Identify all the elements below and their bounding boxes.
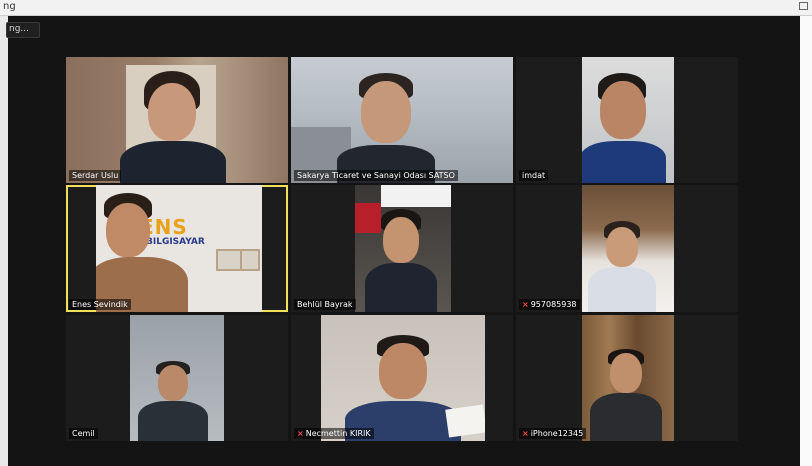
left-edge [0, 16, 8, 466]
video-tile-cemil[interactable]: Cemil [66, 315, 288, 441]
video-feed [582, 185, 674, 312]
participant-name: Behlül Bayrak [294, 299, 356, 310]
video-tile-serdar[interactable]: Serdar Uslu [66, 57, 288, 183]
video-tile-behlul[interactable]: Behlül Bayrak [291, 185, 513, 312]
video-tile-enes[interactable]: ENS BILGISAYAR Enes Sevindik [66, 185, 288, 312]
right-edge [800, 16, 812, 466]
title-bar: ng [0, 0, 812, 16]
status-pill-label: ng... [9, 24, 29, 34]
participant-name: Cemil [69, 428, 98, 439]
video-feed [582, 57, 674, 183]
mic-off-icon: ⨯ [522, 300, 529, 309]
paper-prop [445, 404, 485, 438]
video-tile-imdat[interactable]: imdat [516, 57, 738, 183]
video-feed [291, 57, 513, 183]
flag-icon [355, 203, 381, 233]
participant-name: imdat [519, 170, 549, 181]
video-feed [355, 185, 451, 312]
window-title: ng [3, 1, 16, 12]
video-tile-957085938[interactable]: ⨯ 957085938 [516, 185, 738, 312]
maximize-icon[interactable] [799, 2, 808, 10]
video-tile-necmettin[interactable]: ⨯ Necmettin KIRIK [291, 315, 513, 441]
participant-name: ⨯ Necmettin KIRIK [294, 428, 374, 439]
status-pill[interactable]: ng... [6, 22, 40, 38]
video-feed [321, 315, 485, 441]
video-feed [582, 315, 674, 441]
meeting-window: ng ng... Serdar Uslu Sakarya Ticaret ve … [0, 0, 812, 466]
participant-name: ⨯ 957085938 [519, 299, 580, 310]
participant-name: Sakarya Ticaret ve Sanayi Odası SATSO [294, 170, 458, 181]
participant-name: ⨯ iPhone12345 [519, 428, 587, 439]
video-feed [130, 315, 224, 441]
banner-subtitle: BILGISAYAR [146, 237, 205, 247]
video-tile-satso[interactable]: Sakarya Ticaret ve Sanayi Odası SATSO [291, 57, 513, 183]
video-feed: ENS BILGISAYAR [96, 185, 262, 312]
video-tile-iphone[interactable]: ⨯ iPhone12345 [516, 315, 738, 441]
participant-name: Serdar Uslu [69, 170, 122, 181]
participant-name: Enes Sevindik [69, 299, 131, 310]
mic-off-icon: ⨯ [522, 429, 529, 438]
video-feed [66, 57, 288, 183]
mic-off-icon: ⨯ [297, 429, 304, 438]
